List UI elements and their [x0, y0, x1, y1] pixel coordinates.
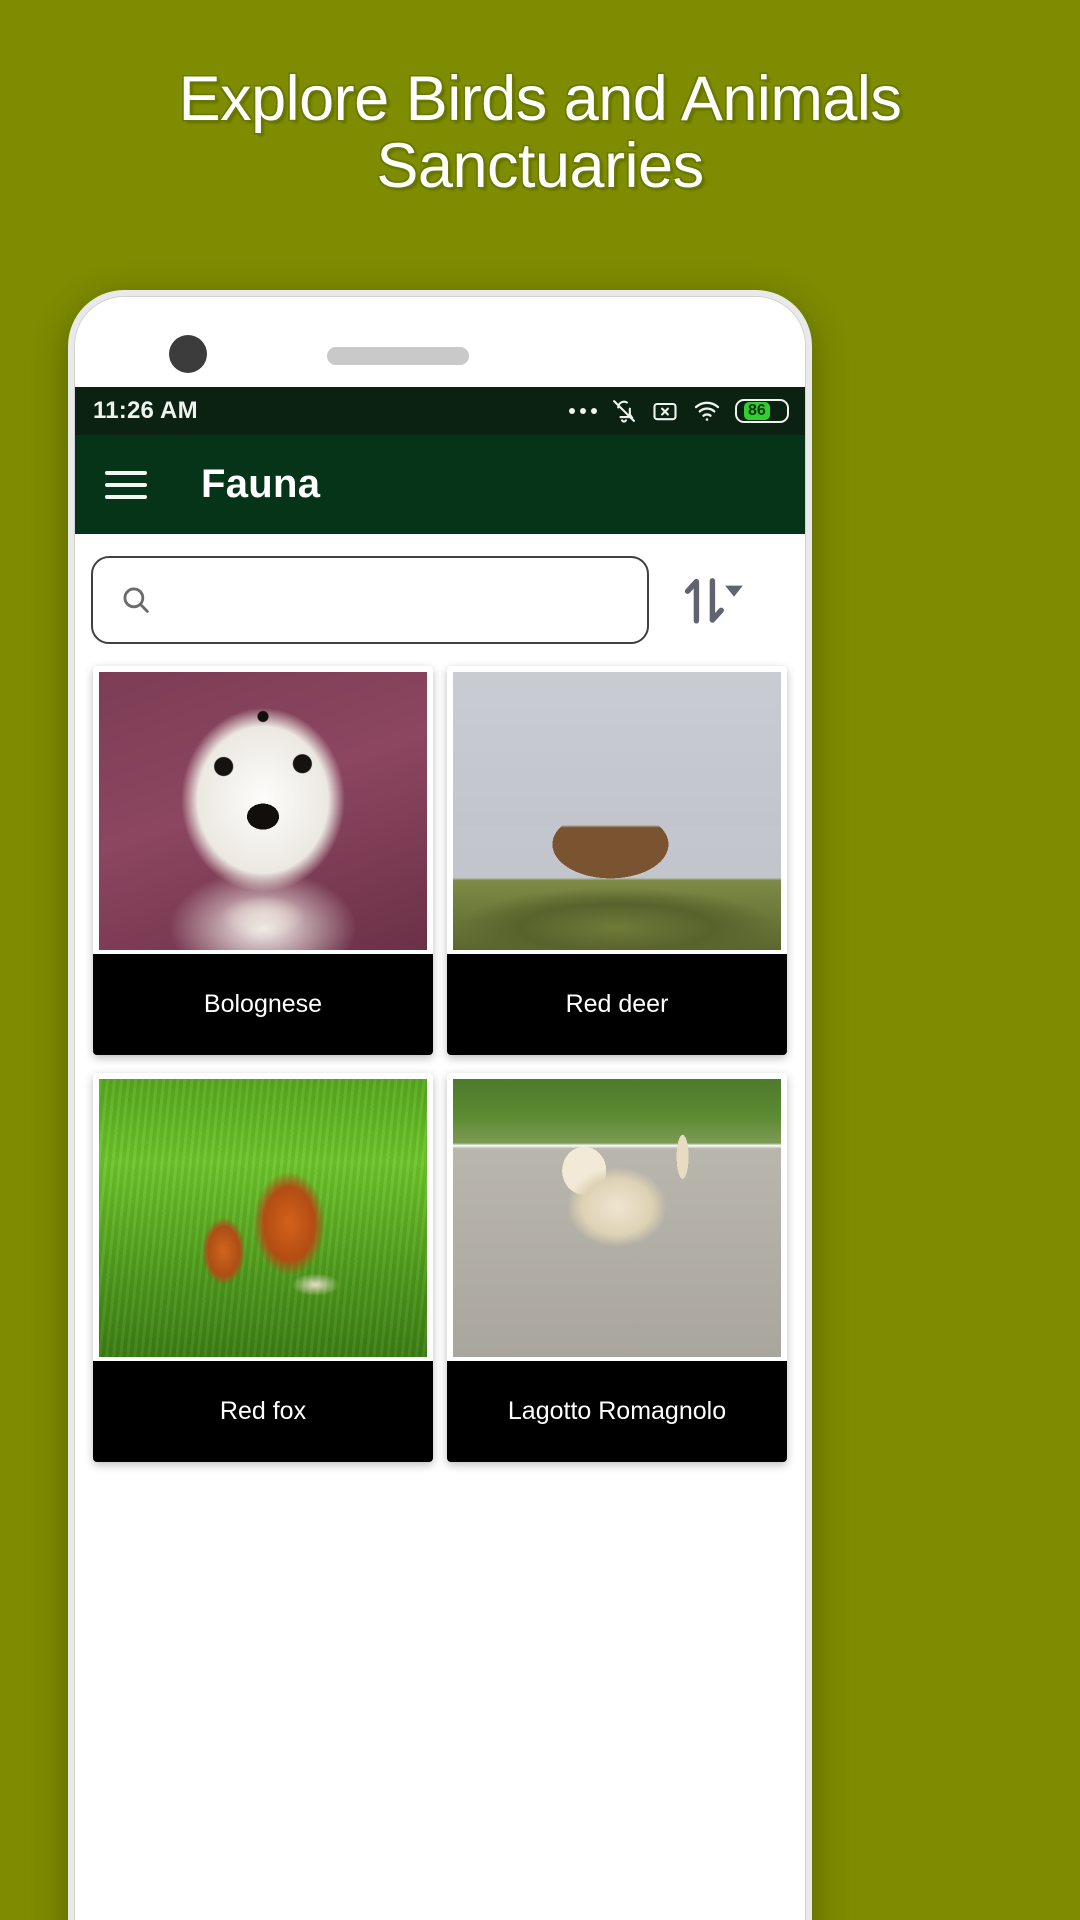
fauna-card-image — [99, 672, 427, 950]
fauna-card-image — [453, 672, 781, 950]
wifi-icon — [694, 401, 720, 421]
status-bar-icons: 86 — [569, 397, 789, 425]
notifications-off-icon — [613, 400, 635, 423]
fauna-card[interactable]: Bolognese — [93, 666, 433, 1055]
fauna-card-label: Red deer — [447, 954, 787, 1055]
promo-headline-line2: Sanctuaries — [376, 131, 704, 202]
fauna-card-label: Red fox — [93, 1361, 433, 1462]
phone-mockup: 11:26 AM 86 Fauna Bolognese Red deer Red… — [68, 290, 812, 1920]
fauna-card-image — [453, 1079, 781, 1357]
earpiece-speaker — [327, 347, 469, 365]
sort-filter-icon[interactable] — [675, 565, 753, 635]
phone-screen-frame: 11:26 AM 86 Fauna Bolognese Red deer Red… — [74, 296, 806, 1920]
hamburger-menu-icon[interactable] — [105, 463, 147, 507]
promo-headline-line1: Explore Birds and Animals — [178, 64, 902, 134]
search-icon — [123, 587, 149, 613]
status-bar-clock: 11:26 AM — [93, 397, 198, 424]
search-box[interactable] — [91, 556, 649, 644]
front-camera-icon — [169, 335, 207, 373]
fauna-card-grid: Bolognese Red deer Red fox Lagotto Romag… — [75, 660, 805, 1462]
fauna-card-image — [99, 1079, 427, 1357]
battery-icon: 86 — [735, 399, 789, 423]
fauna-card[interactable]: Red deer — [447, 666, 787, 1055]
fauna-card-label: Bolognese — [93, 954, 433, 1055]
fauna-card[interactable]: Lagotto Romagnolo — [447, 1073, 787, 1462]
no-sim-icon — [653, 402, 677, 421]
fauna-card[interactable]: Red fox — [93, 1073, 433, 1462]
search-input[interactable] — [171, 584, 621, 616]
app-screen: 11:26 AM 86 Fauna Bolognese Red deer Red… — [75, 387, 805, 1920]
promo-headline: Explore Birds and Animals Sanctuaries — [0, 64, 1080, 202]
app-bar: Fauna — [75, 435, 805, 534]
search-row — [75, 534, 805, 660]
page-title: Fauna — [201, 462, 321, 506]
more-dots-icon — [569, 408, 597, 414]
phone-top-bezel — [75, 297, 805, 387]
fauna-card-label: Lagotto Romagnolo — [447, 1361, 787, 1462]
status-bar: 11:26 AM 86 — [75, 387, 805, 435]
battery-level-label: 86 — [744, 402, 770, 420]
